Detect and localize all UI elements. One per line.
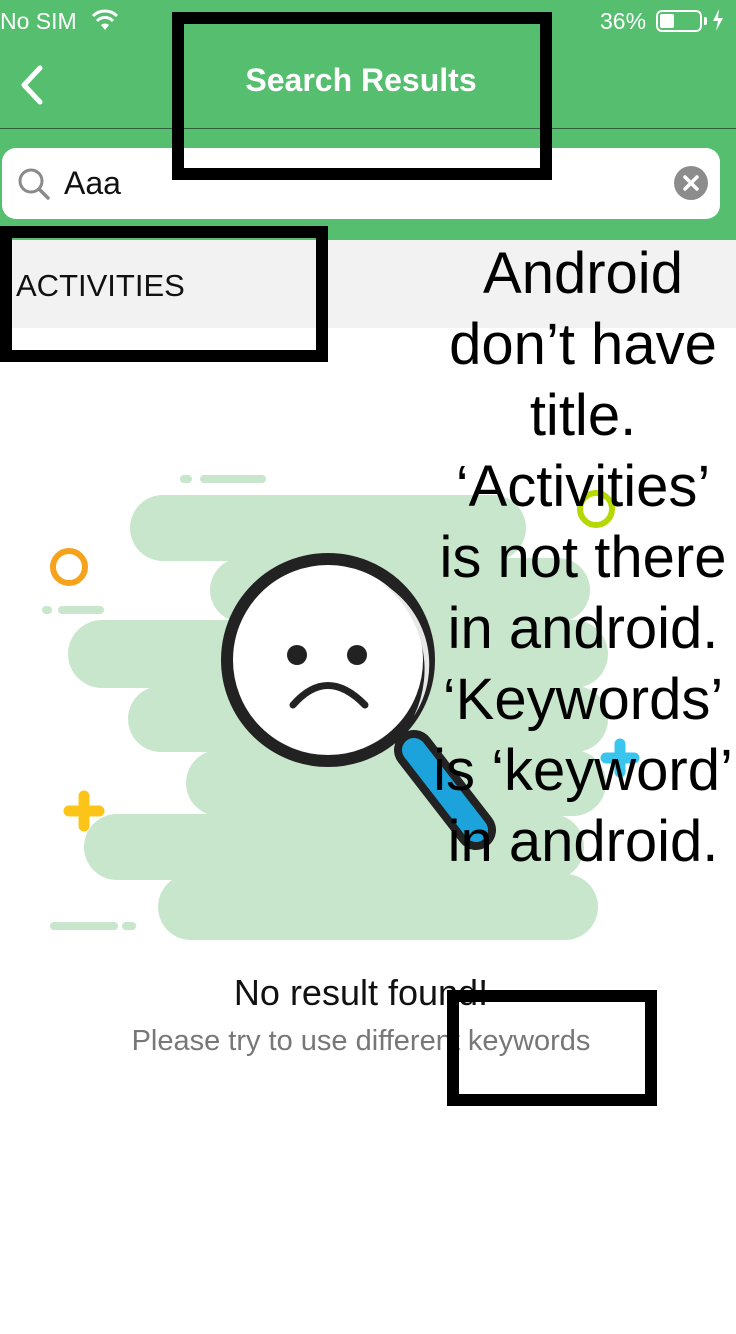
annotation-box-keywords bbox=[447, 990, 657, 1106]
clear-search-icon[interactable] bbox=[674, 166, 708, 200]
wifi-icon bbox=[91, 9, 119, 30]
battery-tip bbox=[704, 17, 707, 25]
charging-bolt-icon bbox=[713, 9, 723, 31]
battery-percent: 36% bbox=[600, 8, 647, 34]
orange-ring-icon bbox=[50, 548, 88, 586]
battery-icon bbox=[656, 10, 702, 32]
close-icon bbox=[683, 175, 699, 191]
carrier-label: No SIM bbox=[0, 8, 77, 34]
battery-level-fill bbox=[660, 14, 674, 28]
yellow-plus-icon bbox=[63, 790, 105, 832]
screen: No SIM 36% Search Results Aaa ACTIVITIES… bbox=[0, 0, 736, 1334]
search-icon bbox=[18, 168, 50, 200]
annotation-box-title bbox=[172, 12, 552, 180]
annotation-box-section bbox=[0, 226, 328, 362]
annotation-note: Android don’t have title. ‘Activities’ i… bbox=[433, 241, 733, 874]
